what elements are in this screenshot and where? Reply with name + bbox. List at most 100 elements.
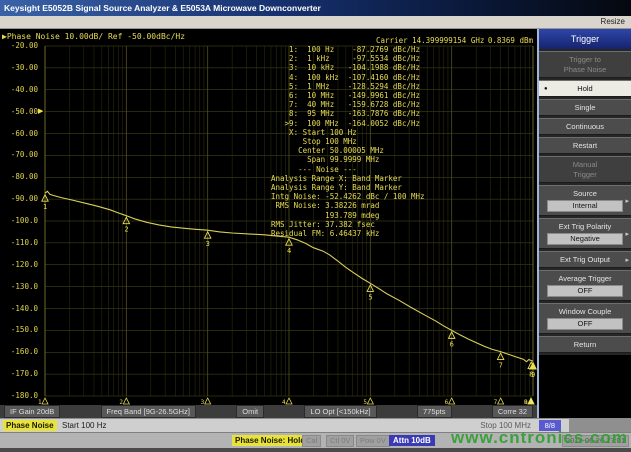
softkey-source[interactable]: SourceInternal▸: [539, 185, 631, 216]
watermark: www.cntronics.com: [451, 428, 628, 448]
softkey-single[interactable]: Single: [539, 99, 631, 116]
y-tick--170.0: -170.0: [0, 370, 38, 378]
softkey-label: Window Couple: [541, 307, 629, 316]
softkey-label: Ext Trig Polarity: [541, 222, 629, 231]
softkey-label: Return: [541, 340, 629, 349]
menu-items: Trigger toPhase Noise ●Hold Single Continuo…: [539, 51, 631, 355]
y-tick--30.00: -30.00: [0, 64, 38, 72]
y-tick--20.00: -20.00: [0, 42, 38, 50]
y-tick--140.0: -140.0: [0, 305, 38, 313]
readout-line: RMS Jitter: 37.382 fsec: [271, 220, 425, 229]
softkey-restart[interactable]: Restart: [539, 137, 631, 154]
status-segment-lo-opt-150khz-: LO Opt [<150kHz]: [304, 405, 376, 418]
marker-9-axis-indicator: [528, 398, 534, 404]
marker-1-axis-indicator: [42, 398, 48, 404]
y-tick--40.00: -40.00: [0, 86, 38, 94]
readout-line: 3: 10 kHz -104.1988 dBc/Hz: [271, 63, 425, 72]
readout-line: >9: 100 MHz -164.0052 dBc/Hz: [271, 119, 425, 128]
phase-noise-graph: Carrier 14.399999154 GHz 0.8369 dBm 1122…: [0, 44, 537, 405]
softkey-label: Single: [541, 103, 629, 112]
readout-line: Residual FM: 6.46437 kHz: [271, 229, 425, 238]
marker-5-axis-indicator: [367, 398, 373, 404]
attenuator-badge: Attn 10dB: [389, 435, 435, 446]
readout-line: --- Noise ---: [271, 165, 425, 174]
softkey-label: Hold: [541, 84, 629, 93]
softkey-trigger-to: Trigger toPhase Noise: [539, 51, 631, 78]
window-title: Keysight E5052B Signal Source Analyzer &…: [0, 0, 631, 16]
readout-line: RMS Noise: 3.38226 mrad: [271, 201, 425, 210]
menu-header-trigger: Trigger: [539, 29, 631, 49]
resize-button[interactable]: Resize: [0, 16, 631, 29]
y-tick--120.0: -120.0: [0, 261, 38, 269]
menu-filler: [539, 355, 631, 418]
readout-line: 6: 10 MHz -149.9961 dBc/Hz: [271, 91, 425, 100]
plot-canvas: 112233445566778899: [0, 44, 537, 405]
bottom-strip: [0, 448, 631, 452]
softkey-continuous[interactable]: Continuous: [539, 118, 631, 135]
readout-line: 2: 1 kHz -97.5534 dBc/Hz: [271, 54, 425, 63]
softkey-label: Trigger to: [541, 55, 629, 64]
marker-9-label: 9: [531, 371, 535, 379]
softkey-menu: Trigger Trigger toPhase Noise ●Hold Single…: [537, 29, 631, 418]
readout-line: 193.789 mdeg: [271, 211, 425, 220]
softkey-label-2: Phase Noise: [541, 65, 629, 74]
status-segment-775pts: 775pts: [417, 405, 452, 418]
marker-1-label: 1: [43, 203, 47, 211]
y-tick--110.0: -110.0: [0, 239, 38, 247]
y-tick--130.0: -130.0: [0, 283, 38, 291]
softkey-value: OFF: [547, 318, 623, 330]
marker-6-label: 6: [450, 340, 454, 348]
status-segment-freq-band-9g-26-5ghz-: Freq Band [9G-26.5GHz]: [101, 405, 196, 418]
status-segment-omit: Omit: [236, 405, 264, 418]
readout-line: 7: 40 MHz -159.6728 dBc/Hz: [271, 100, 425, 109]
softkey-value: Internal: [547, 200, 623, 212]
readout-line: 8: 95 MHz -163.7876 dBc/Hz: [271, 109, 425, 118]
marker-7-axis-indicator: [498, 398, 504, 404]
ctl-voltage-indicator: Ctl 0V: [326, 435, 354, 447]
softkey-ext-trig-output[interactable]: Ext Trig Output▸: [539, 251, 631, 268]
y-tick--160.0: -160.0: [0, 348, 38, 356]
softkey-manual: ManualTrigger: [539, 156, 631, 183]
app-window: Keysight E5052B Signal Source Analyzer &…: [0, 0, 631, 452]
readout-line: 5: 1 MHz -128.5294 dBc/Hz: [271, 82, 425, 91]
main-area: ▶Phase Noise 10.00dB/ Ref -50.00dBc/Hz C…: [0, 29, 631, 418]
measurement-state-badge: Phase Noise: Hold: [232, 435, 308, 446]
marker-7-label: 7: [499, 362, 503, 370]
softkey-label: Ext Trig Output: [541, 255, 629, 264]
softkey-label: Restart: [541, 141, 629, 150]
measurement-status-bar: IF Gain 20dB Freq Band [9G-26.5GHz] Omit LO…: [0, 405, 537, 418]
readout-line: Center 50.00005 MHz: [271, 146, 425, 155]
softkey-label: Source: [541, 189, 629, 198]
softkey-hold[interactable]: ●Hold: [539, 80, 631, 97]
start-frequency-label: Start 100 Hz: [62, 420, 106, 432]
softkey-ext-trig-polarity[interactable]: Ext Trig PolarityNegative▸: [539, 218, 631, 249]
y-tick--100.0: -100.0: [0, 217, 38, 225]
phase-noise-tab[interactable]: Phase Noise: [3, 420, 57, 431]
marker-4-axis-indicator: [286, 398, 292, 404]
y-tick--50.00: -50.00: [0, 108, 38, 116]
readout-line: 1: 100 Hz -87.2769 dBc/Hz: [271, 45, 425, 54]
softkey-label: Continuous: [541, 122, 629, 131]
softkey-value: OFF: [547, 285, 623, 297]
marker-5-label: 5: [368, 293, 372, 301]
y-tick--70.00: -70.00: [0, 151, 38, 159]
readout-line: X: Start 100 Hz: [271, 128, 425, 137]
softkey-window-couple[interactable]: Window Couple OFF: [539, 303, 631, 334]
softkey-label: Average Trigger: [541, 274, 629, 283]
status-segment-if-gain-20db: IF Gain 20dB: [4, 405, 60, 418]
y-tick--80.00: -80.00: [0, 173, 38, 181]
readout-line: Span 99.9999 MHz: [271, 155, 425, 164]
y-tick--60.00: -60.00: [0, 130, 38, 138]
softkey-average-trigger[interactable]: Average Trigger OFF: [539, 270, 631, 301]
readout-line: Stop 100 MHz: [271, 137, 425, 146]
softkey-value: Negative: [547, 233, 623, 245]
softkey-label: Manual: [541, 160, 629, 169]
selected-bullet-icon: ●: [544, 86, 548, 92]
y-tick--150.0: -150.0: [0, 326, 38, 334]
status-segment-corre-32: Corre 32: [492, 405, 533, 418]
pow-voltage-indicator: Pow 0V: [356, 435, 390, 447]
softkey-return[interactable]: Return: [539, 336, 631, 353]
marker-3-label: 3: [206, 240, 210, 248]
cal-indicator: Cal: [302, 435, 321, 447]
y-tick--180.0: -180.0: [0, 392, 38, 400]
